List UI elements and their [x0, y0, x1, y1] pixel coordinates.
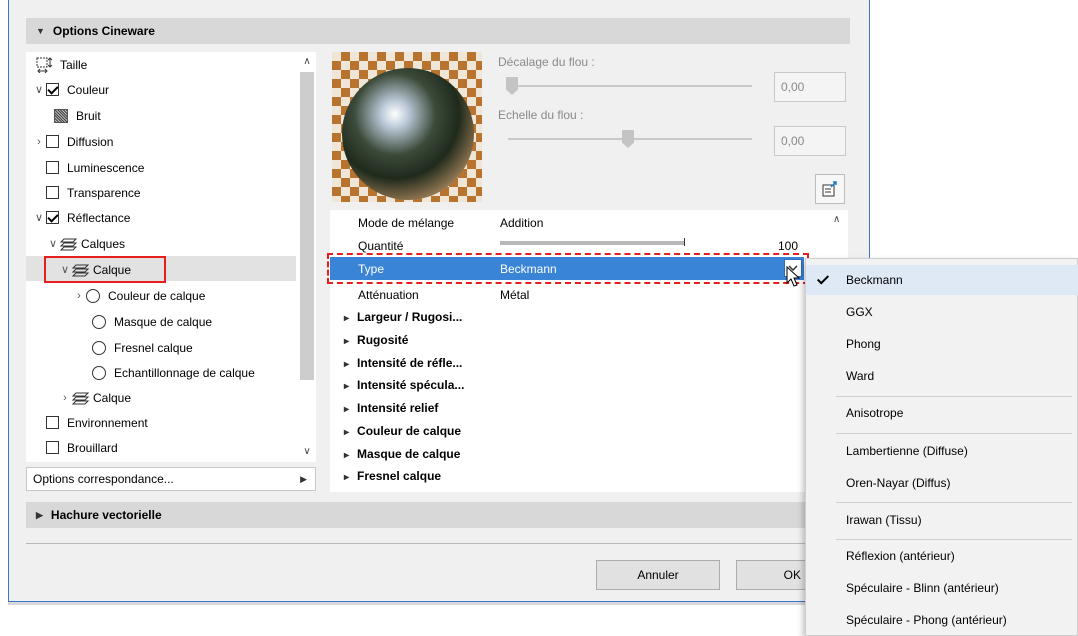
prop-row-attenuation[interactable]: Atténuation Métal: [330, 283, 804, 306]
export-icon: [822, 181, 837, 197]
chevron-right-icon[interactable]: ›: [72, 290, 86, 302]
ok-button[interactable]: OK: [736, 560, 806, 590]
tree-item-calque-2[interactable]: › Calque: [58, 385, 131, 410]
menu-item-ggx[interactable]: GGX: [806, 297, 1078, 327]
scroll-up-icon[interactable]: ∧: [298, 56, 316, 67]
options-correspondance-button[interactable]: Options correspondance... ▶: [26, 467, 316, 491]
collapse-triangle-icon: ▼: [36, 26, 45, 36]
highlight-frame: [44, 256, 166, 283]
type-dropdown-menu: Beckmann GGX Phong Ward Anisotrope Lambe…: [805, 258, 1078, 636]
prop-group-fresnel-calque[interactable]: Fresnel calque: [330, 464, 804, 487]
tree-item-reflectance[interactable]: ∨ Réflectance: [32, 205, 130, 230]
menu-item-lambertienne[interactable]: Lambertienne (Diffuse): [806, 436, 1078, 466]
prop-group-intensite-reflexion[interactable]: Intensité de réfle...: [330, 351, 804, 374]
expand-triangle-icon: ▶: [36, 509, 43, 520]
checkbox-luminescence[interactable]: [46, 161, 59, 174]
chevron-down-icon[interactable]: ∨: [46, 237, 60, 250]
export-button[interactable]: [815, 174, 845, 204]
chevron-right-icon[interactable]: ›: [32, 136, 46, 148]
chevron-down-icon[interactable]: ∨: [32, 211, 46, 224]
tree-item-couleur-de-calque[interactable]: › Couleur de calque: [72, 283, 205, 308]
tree-item-brouillard[interactable]: Brouillard: [46, 435, 118, 460]
tree-item-environnement[interactable]: Environnement: [46, 410, 148, 435]
chevron-right-icon[interactable]: ›: [58, 392, 72, 404]
menu-separator: [836, 502, 1072, 503]
prop-group-masque-de-calque[interactable]: Masque de calque: [330, 442, 804, 465]
tree-item-luminescence[interactable]: Luminescence: [46, 155, 144, 180]
menu-item-ward[interactable]: Ward: [806, 361, 1078, 391]
radio-icon: [92, 314, 106, 329]
checkbox-couleur[interactable]: [46, 83, 59, 96]
radio-icon: [86, 288, 100, 303]
blur-offset-slider[interactable]: [508, 85, 752, 87]
menu-item-beckmann[interactable]: Beckmann: [806, 265, 1078, 295]
tree-item-diffusion[interactable]: › Diffusion: [32, 129, 113, 154]
tree-item-bruit[interactable]: Bruit: [54, 103, 101, 128]
prop-group-largeur[interactable]: Largeur / Rugosi...: [330, 305, 804, 328]
tree-item-fresnel-calque[interactable]: Fresnel calque: [92, 335, 193, 360]
layers-icon: [72, 392, 89, 404]
tree-scrollbar[interactable]: ∧ ∨: [298, 52, 316, 462]
scroll-down-icon[interactable]: ∨: [298, 446, 316, 457]
menu-item-irawan[interactable]: Irawan (Tissu): [806, 505, 1078, 535]
menu-separator: [836, 433, 1072, 434]
radio-icon: [92, 365, 106, 380]
checkbox-brouillard[interactable]: [46, 441, 59, 454]
blur-scale-label: Echelle du flou :: [498, 108, 584, 122]
material-preview: [332, 52, 482, 202]
prop-group-intensite-speculaire[interactable]: Intensité spécula...: [330, 373, 804, 396]
tree-item-masque-de-calque[interactable]: Masque de calque: [92, 309, 212, 334]
scrollbar-thumb[interactable]: [300, 72, 314, 380]
tree-item-transparence[interactable]: Transparence: [46, 180, 141, 205]
section-options-cineware[interactable]: ▼ Options Cineware: [26, 18, 850, 44]
size-icon: [36, 56, 53, 73]
checkbox-diffusion[interactable]: [46, 135, 59, 148]
tree-item-couleur[interactable]: ∨ Couleur: [32, 77, 109, 102]
quantity-slider-marker: [684, 238, 685, 246]
prop-group-rugosite[interactable]: Rugosité: [330, 328, 804, 351]
menu-item-speculaire-blinn[interactable]: Spéculaire - Blinn (antérieur): [806, 573, 1078, 603]
menu-item-oren-nayar[interactable]: Oren-Nayar (Diffus): [806, 468, 1078, 498]
menu-item-reflexion[interactable]: Réflexion (antérieur): [806, 541, 1078, 571]
checkmark-icon: [816, 272, 830, 285]
preview-sphere: [342, 68, 474, 200]
tree-item-taille[interactable]: Taille: [36, 52, 87, 77]
radio-icon: [92, 340, 106, 355]
checkbox-transparence[interactable]: [46, 186, 59, 199]
menu-separator: [836, 396, 1072, 397]
menu-item-anisotrope[interactable]: Anisotrope: [806, 398, 1078, 428]
blur-scale-field[interactable]: 0,00: [774, 126, 846, 156]
checkbox-environnement[interactable]: [46, 416, 59, 429]
layers-icon: [60, 238, 77, 250]
highlight-frame-dashed: [327, 253, 809, 284]
divider: [26, 543, 846, 544]
tree-item-echantillonnage[interactable]: Echantillonnage de calque: [92, 360, 255, 385]
prop-group-couleur-de-calque[interactable]: Couleur de calque: [330, 419, 804, 442]
tree-item-calques[interactable]: ∨ Calques: [46, 231, 125, 256]
cancel-button[interactable]: Annuler: [596, 560, 720, 590]
checkbox-reflectance[interactable]: [46, 211, 59, 224]
menu-item-phong[interactable]: Phong: [806, 329, 1078, 359]
blur-offset-label: Décalage du flou :: [498, 55, 595, 69]
section-hachure-vectorielle[interactable]: ▶ Hachure vectorielle: [26, 502, 850, 528]
scroll-up-icon[interactable]: ∧: [833, 214, 840, 225]
blur-offset-field[interactable]: 0,00: [774, 72, 846, 102]
mouse-cursor-icon: [786, 266, 800, 287]
chevron-down-icon[interactable]: ∨: [32, 83, 46, 96]
quantity-slider[interactable]: [500, 241, 685, 245]
menu-item-speculaire-phong[interactable]: Spéculaire - Phong (antérieur): [806, 605, 1078, 635]
arrow-right-icon: ▶: [300, 473, 307, 484]
section-title: Options Cineware: [52, 24, 155, 38]
menu-separator: [836, 539, 1072, 540]
prop-group-intensite-relief[interactable]: Intensité relief: [330, 396, 804, 419]
dialog-shadow: [8, 602, 870, 605]
prop-row-blend-mode[interactable]: Mode de mélange Addition: [330, 211, 804, 234]
noise-icon: [54, 108, 68, 123]
